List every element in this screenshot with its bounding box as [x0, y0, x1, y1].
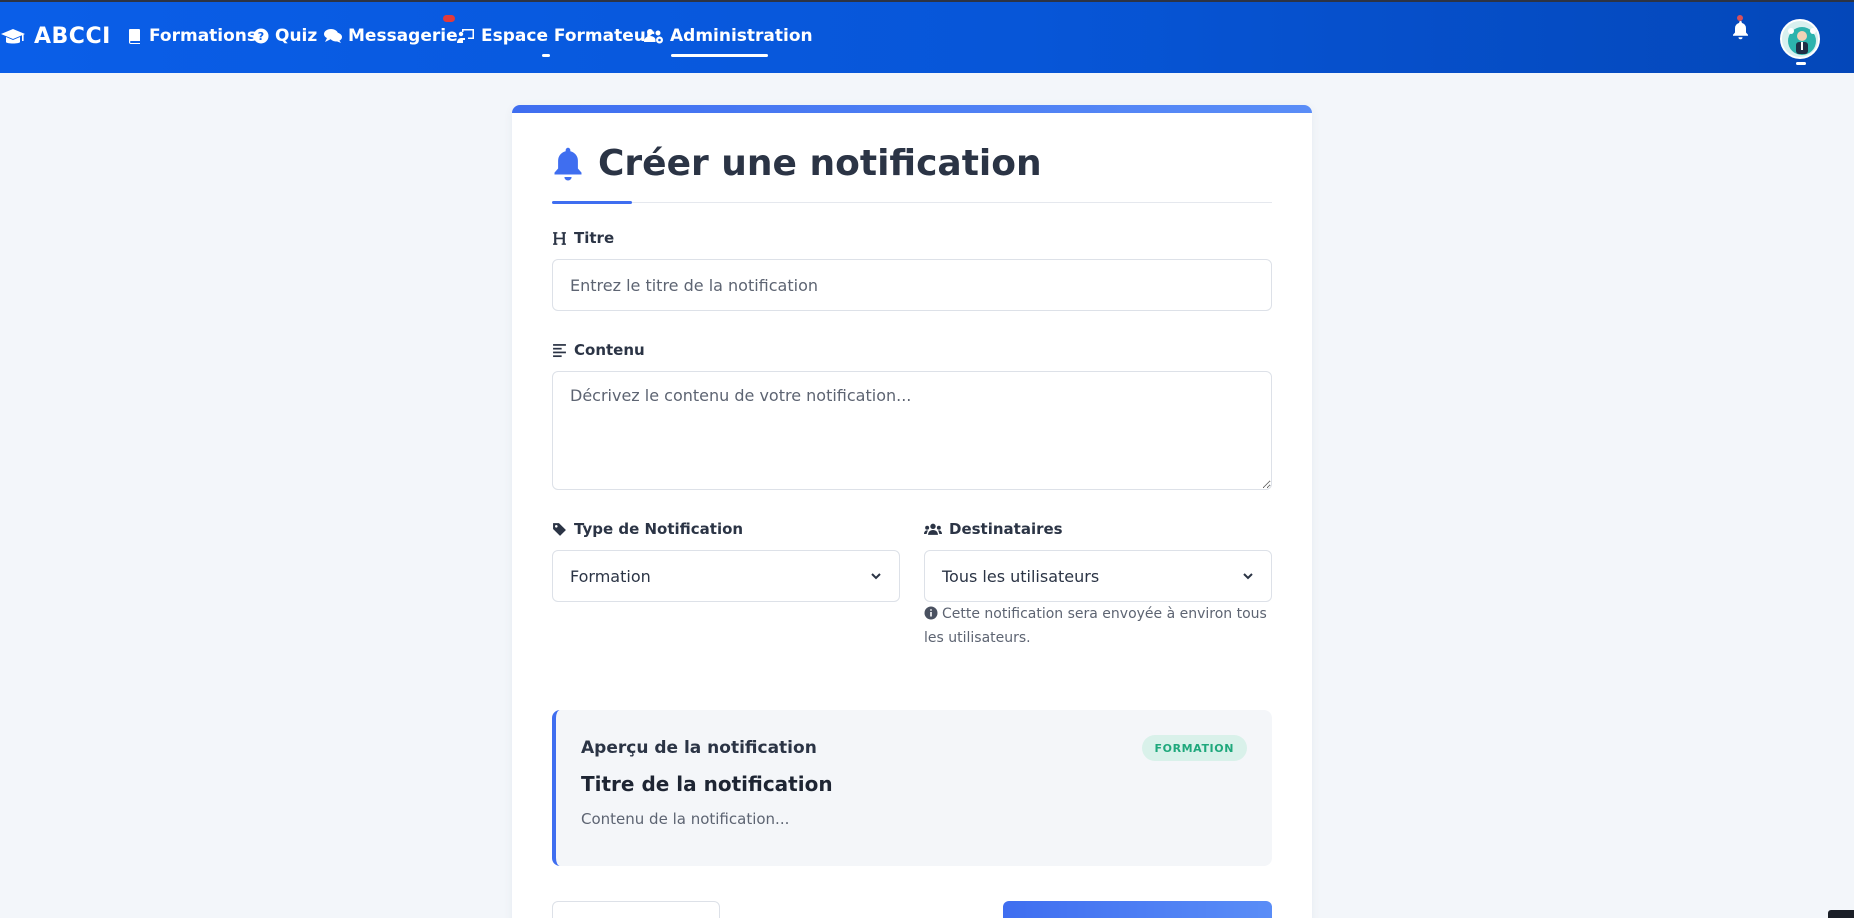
type-label: Type de Notification [552, 520, 743, 538]
titre-label: Titre [552, 229, 614, 247]
avatar-dropdown-indicator[interactable] [1796, 62, 1806, 65]
notifications-dot [1737, 15, 1743, 21]
bell-icon [1733, 21, 1748, 40]
nav-item-administration[interactable]: Administration [644, 26, 813, 46]
corner-tab [1828, 910, 1854, 918]
preview-heading: Aperçu de la notification [581, 738, 817, 758]
contenu-label-text: Contenu [574, 341, 645, 359]
info-circle-icon [924, 606, 938, 620]
destinataires-label-text: Destinataires [949, 520, 1063, 538]
nav-item-formations[interactable]: Formations [127, 26, 257, 46]
align-left-icon [553, 343, 566, 357]
nav-label-administration: Administration [670, 26, 813, 46]
messages-unread-badge [443, 15, 455, 22]
nav-item-messagerie[interactable]: Messagerie [324, 26, 458, 46]
svg-text:?: ? [258, 30, 264, 43]
type-select[interactable]: Formation [552, 550, 900, 602]
destinataires-help-text: Cette notification sera envoyée à enviro… [924, 602, 1274, 650]
contenu-textarea[interactable] [552, 371, 1272, 490]
tag-icon [553, 522, 566, 536]
titre-input[interactable] [552, 259, 1272, 311]
nav-item-quiz[interactable]: ? Quiz [253, 26, 317, 46]
top-navbar: ABCCI Formations ? Quiz Messagerie Espac… [0, 2, 1854, 73]
comments-icon [324, 29, 342, 43]
card-accent-bar [512, 105, 1312, 113]
titre-label-text: Titre [574, 229, 615, 247]
destinataires-label: Destinataires [924, 520, 1063, 538]
brand-logo[interactable]: ABCCI [0, 24, 111, 49]
nav-label-formations: Formations [149, 26, 258, 46]
page-title: Créer une notification [552, 143, 1042, 184]
question-circle-icon: ? [253, 28, 269, 44]
avatar-illustration-icon [1782, 21, 1818, 57]
nav-small-indicator [542, 54, 550, 57]
bell-icon [554, 147, 582, 181]
create-notification-card: Créer une notification Titre Contenu Typ… [512, 105, 1312, 918]
nav-label-espace-formateur: Espace Formateur [481, 26, 655, 46]
brand-name: ABCCI [34, 24, 111, 49]
destinataires-select[interactable]: Tous les utilisateurs [924, 550, 1272, 602]
secondary-button[interactable] [552, 901, 720, 918]
preview-content: Contenu de la notification... [581, 810, 790, 828]
notifications-bell-button[interactable] [1732, 20, 1749, 44]
graduation-cap-icon [1, 28, 25, 43]
title-divider-accent [552, 201, 632, 204]
nav-label-messagerie: Messagerie [348, 26, 458, 46]
chalkboard-teacher-icon [457, 29, 474, 43]
nav-item-espace-formateur[interactable]: Espace Formateur [457, 26, 654, 46]
book-icon [129, 29, 140, 44]
users-icon [924, 523, 942, 535]
destinataires-select-value: Tous les utilisateurs [942, 566, 1100, 586]
destinataires-help-message: Cette notification sera envoyée à enviro… [924, 606, 1267, 646]
submit-button[interactable] [1003, 901, 1272, 918]
users-cog-icon [644, 29, 663, 44]
user-avatar[interactable] [1780, 19, 1820, 59]
nav-active-underline [671, 54, 768, 57]
chevron-down-icon [1243, 573, 1253, 580]
title-divider [552, 202, 1272, 203]
heading-icon [553, 231, 566, 245]
notification-preview: Aperçu de la notification FORMATION Titr… [552, 710, 1272, 866]
page-title-text: Créer une notification [598, 143, 1042, 184]
nav-label-quiz: Quiz [275, 26, 318, 46]
preview-type-badge: FORMATION [1141, 735, 1247, 761]
contenu-label: Contenu [552, 341, 645, 359]
type-label-text: Type de Notification [574, 520, 744, 538]
type-select-value: Formation [570, 566, 651, 586]
chevron-down-icon [871, 573, 881, 580]
preview-title: Titre de la notification [581, 772, 833, 796]
